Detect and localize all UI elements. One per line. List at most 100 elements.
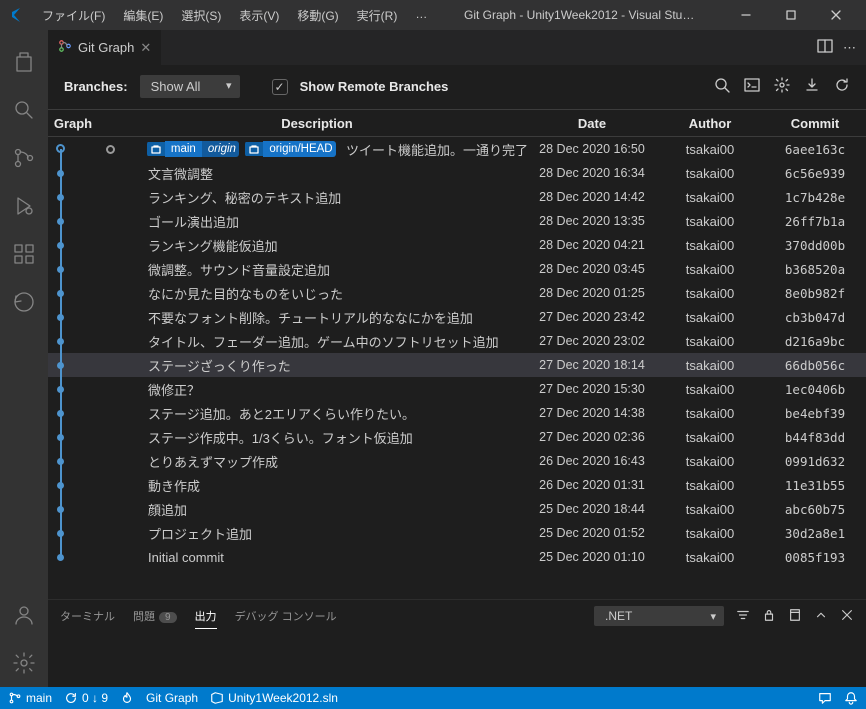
commit-hash: 26ff7b1a [764, 214, 866, 229]
commit-description: なにか見た目的なものをいじった [98, 284, 528, 303]
commit-hash: b44f83dd [764, 430, 866, 445]
menu-go[interactable]: 移動(G) [289, 3, 346, 28]
graph-cell [48, 257, 98, 281]
panel-tab-debug[interactable]: デバッグ コンソール [235, 604, 337, 628]
commit-row[interactable]: mainoriginorigin/HEADツイート機能追加。一通り完了28 De… [48, 137, 866, 161]
show-remote-checkbox[interactable]: ✓ [272, 79, 288, 95]
fetch-icon[interactable] [804, 77, 820, 96]
status-branch[interactable]: main [8, 691, 52, 705]
commit-description: 文言微調整 [98, 164, 528, 183]
output-channel-dropdown[interactable]: .NET [594, 606, 724, 626]
graph-cell [48, 329, 98, 353]
filter-icon[interactable] [736, 608, 750, 625]
extensions-icon[interactable] [0, 230, 48, 278]
graph-cell [48, 401, 98, 425]
commit-row[interactable]: 微修正？27 Dec 2020 15:30tsakai001ec0406b [48, 377, 866, 401]
status-sync[interactable]: 0 ↓ 9 [64, 691, 108, 705]
panel-tab-terminal[interactable]: ターミナル [60, 604, 115, 628]
more-actions-icon[interactable]: ⋯ [843, 40, 856, 56]
commit-date: 26 Dec 2020 16:43 [528, 454, 656, 468]
commit-row[interactable]: ゴール演出追加28 Dec 2020 13:35tsakai0026ff7b1a [48, 209, 866, 233]
branch-badge-origin-head[interactable]: origin/HEAD [245, 141, 336, 157]
source-control-icon[interactable] [0, 134, 48, 182]
graph-cell [48, 137, 98, 161]
terminal-icon[interactable] [744, 77, 760, 96]
show-remote-label: Show Remote Branches [300, 79, 449, 94]
commit-row[interactable]: ランキング機能仮追加28 Dec 2020 04:21tsakai00370dd… [48, 233, 866, 257]
graph-cell [48, 425, 98, 449]
graph-cell [48, 521, 98, 545]
menu-file[interactable]: ファイル(F) [34, 3, 113, 28]
tab-bar: Git Graph ✕ ⋯ [48, 30, 866, 65]
col-commit: Commit [764, 116, 866, 131]
search-icon[interactable] [0, 86, 48, 134]
minimize-button[interactable] [723, 0, 768, 30]
commit-row[interactable]: 微調整。サウンド音量設定追加28 Dec 2020 03:45tsakai00b… [48, 257, 866, 281]
status-bell-icon[interactable] [844, 691, 858, 705]
explorer-icon[interactable] [0, 38, 48, 86]
commit-row[interactable]: Initial commit25 Dec 2020 01:10tsakai000… [48, 545, 866, 569]
commit-row[interactable]: なにか見た目的なものをいじった28 Dec 2020 01:25tsakai00… [48, 281, 866, 305]
commit-hash: cb3b047d [764, 310, 866, 325]
menu-edit[interactable]: 編集(E) [115, 3, 171, 28]
commit-row[interactable]: とりあえずマップ作成26 Dec 2020 16:43tsakai000991d… [48, 449, 866, 473]
status-flame-icon[interactable] [120, 691, 134, 705]
status-git-graph[interactable]: Git Graph [146, 691, 198, 705]
status-solution[interactable]: Unity1Week2012.sln [210, 691, 338, 705]
tab-close-icon[interactable]: ✕ [140, 40, 151, 56]
maximize-button[interactable] [768, 0, 813, 30]
collapse-panel-icon[interactable] [814, 608, 828, 625]
commit-row[interactable]: 顔追加25 Dec 2020 18:44tsakai00abc60b75 [48, 497, 866, 521]
lock-icon[interactable] [762, 608, 776, 625]
menu-run[interactable]: 実行(R) [349, 3, 406, 28]
commit-date: 28 Dec 2020 01:25 [528, 286, 656, 300]
commit-row[interactable]: ステージ作成中。1/3くらい。フォント仮追加27 Dec 2020 02:36t… [48, 425, 866, 449]
branches-label: Branches: [64, 79, 128, 94]
uncommitted-dot-icon [106, 145, 115, 154]
run-debug-icon[interactable] [0, 182, 48, 230]
commit-row[interactable]: 文言微調整28 Dec 2020 16:34tsakai006c56e939 [48, 161, 866, 185]
commit-hash: 6aee163c [764, 142, 866, 157]
commit-author: tsakai00 [656, 286, 764, 301]
split-editor-icon[interactable] [817, 38, 833, 57]
status-feedback-icon[interactable] [818, 691, 832, 705]
panel-tab-output[interactable]: 出力 [195, 604, 217, 629]
commit-description: ランキング、秘密のテキスト追加 [98, 188, 528, 207]
commit-hash: d216a9bc [764, 334, 866, 349]
commit-hash: b368520a [764, 262, 866, 277]
graph-cell [48, 161, 98, 185]
search-icon[interactable] [714, 77, 730, 96]
commit-description: Initial commit [98, 550, 528, 565]
settings-gear-icon[interactable] [0, 639, 48, 687]
close-button[interactable] [813, 0, 858, 30]
commit-row[interactable]: 不要なフォント削除。チュートリアル的ななにかを追加27 Dec 2020 23:… [48, 305, 866, 329]
col-description: Description [98, 116, 528, 131]
panel-tab-problems[interactable]: 問題9 [133, 604, 177, 628]
commit-description: ステージ作成中。1/3くらい。フォント仮追加 [98, 428, 528, 447]
commit-author: tsakai00 [656, 430, 764, 445]
tab-git-graph[interactable]: Git Graph ✕ [48, 30, 162, 65]
commit-description: ゴール演出追加 [98, 212, 528, 231]
settings-icon[interactable] [774, 77, 790, 96]
refresh-icon[interactable] [834, 77, 850, 96]
commit-hash: 370dd00b [764, 238, 866, 253]
branches-dropdown[interactable]: Show All [140, 75, 240, 98]
menu-select[interactable]: 選択(S) [173, 3, 229, 28]
accounts-icon[interactable] [0, 591, 48, 639]
commit-description: 不要なフォント削除。チュートリアル的ななにかを追加 [98, 308, 528, 327]
commit-row[interactable]: 動き作成26 Dec 2020 01:31tsakai0011e31b55 [48, 473, 866, 497]
git-graph-tab-icon [58, 39, 72, 56]
commit-row[interactable]: ステージ追加。あと2エリアくらい作りたい。27 Dec 2020 14:38ts… [48, 401, 866, 425]
commit-row[interactable]: プロジェクト追加25 Dec 2020 01:52tsakai0030d2a8e… [48, 521, 866, 545]
commit-date: 28 Dec 2020 14:42 [528, 190, 656, 204]
close-panel-icon[interactable] [840, 608, 854, 625]
menu-view[interactable]: 表示(V) [231, 3, 287, 28]
commit-row[interactable]: ランキング、秘密のテキスト追加28 Dec 2020 14:42tsakai00… [48, 185, 866, 209]
commit-row[interactable]: ステージざっくり作った27 Dec 2020 18:14tsakai0066db… [48, 353, 866, 377]
graph-cell [48, 449, 98, 473]
history-icon[interactable] [0, 278, 48, 326]
clear-icon[interactable] [788, 608, 802, 625]
menu-more[interactable]: … [407, 3, 435, 28]
branch-badge-main[interactable]: mainorigin [147, 141, 239, 157]
commit-row[interactable]: タイトル、フェーダー追加。ゲーム中のソフトリセット追加27 Dec 2020 2… [48, 329, 866, 353]
